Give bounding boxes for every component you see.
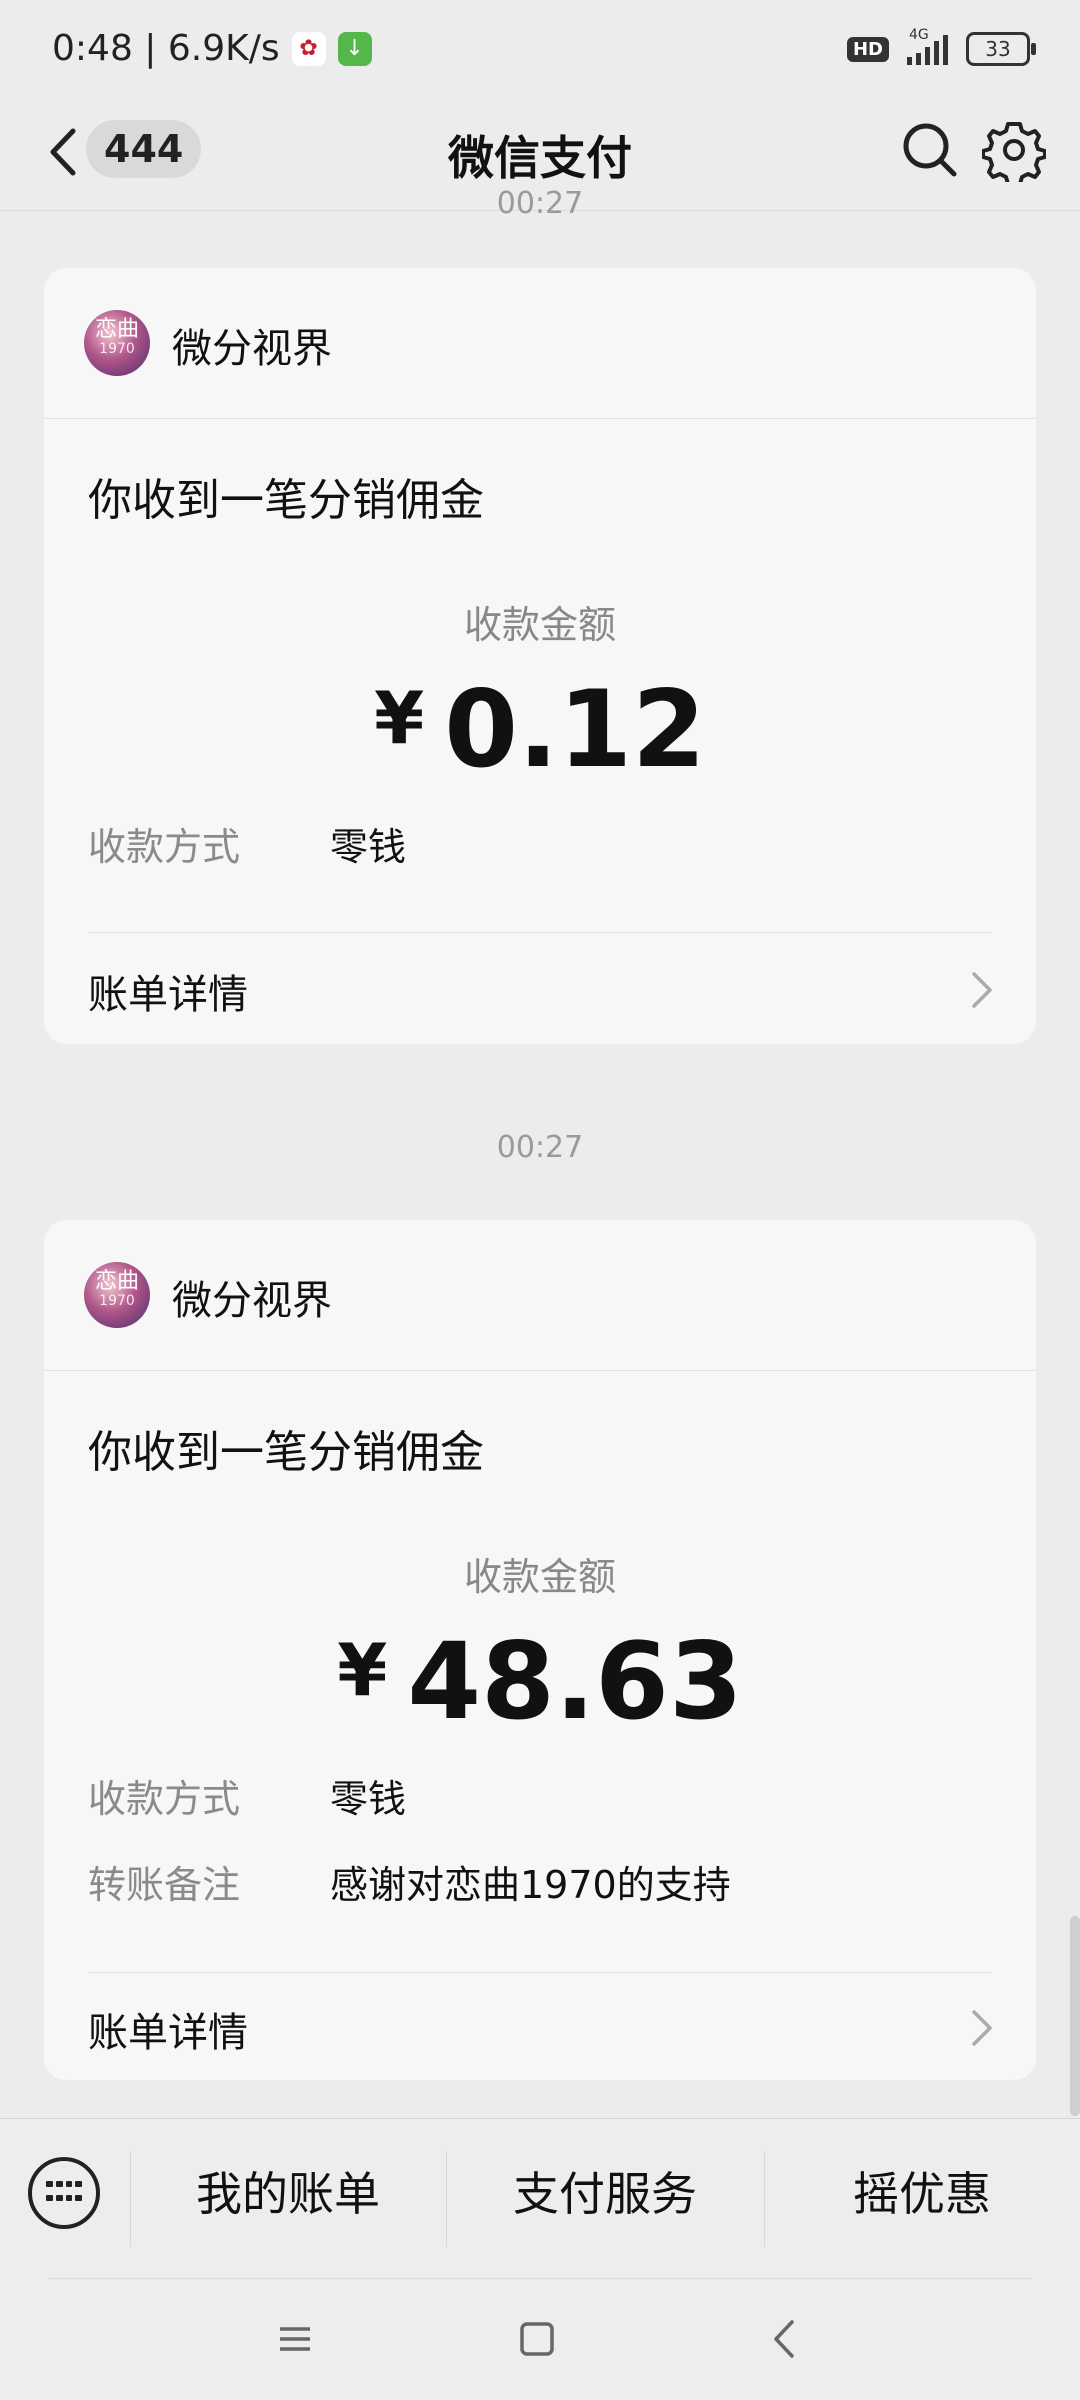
- chevron-right-icon: [972, 2010, 992, 2046]
- download-icon: ↓: [337, 31, 372, 66]
- amount-value: 0.12: [444, 668, 706, 791]
- scrollbar[interactable]: [1070, 1916, 1080, 2116]
- keyboard-toggle-button[interactable]: [28, 2157, 100, 2229]
- merchant-name: 微分视界: [172, 1278, 332, 1324]
- home-icon[interactable]: [512, 2314, 562, 2364]
- my-bills-menu[interactable]: 我的账单: [130, 2119, 446, 2279]
- amount-label: 收款金额: [463, 603, 616, 647]
- payment-services-menu[interactable]: 支付服务: [446, 2119, 764, 2279]
- avatar: 恋曲 1970: [84, 310, 150, 376]
- divider: [88, 1972, 992, 1973]
- method-label: 收款方式: [88, 825, 241, 869]
- network-type: 4G: [909, 27, 929, 43]
- message-title: 你收到一笔分销佣金: [88, 475, 484, 526]
- merchant-name: 微分视界: [172, 326, 332, 372]
- menu-icon[interactable]: [270, 2314, 320, 2364]
- payment-message-card[interactable]: 恋曲 1970 微分视界 你收到一笔分销佣金 收款金额 ¥48.63 收款方式 零…: [44, 1220, 1036, 2080]
- gear-icon: [981, 122, 1047, 186]
- currency-symbol: ¥: [337, 1628, 388, 1712]
- status-right: HD 4G 33: [846, 27, 1036, 66]
- app-notification-icon: ✿: [291, 31, 326, 66]
- system-nav-bar: [0, 2278, 1080, 2400]
- avatar-subtext: 1970: [99, 1293, 135, 1310]
- bottom-menu-bar: 我的账单 支付服务 摇优惠: [0, 2118, 1080, 2279]
- amount: ¥0.12: [44, 668, 1036, 791]
- note-value: 感谢对恋曲1970的支持: [330, 1863, 731, 1907]
- keyboard-icon: [46, 2181, 82, 2205]
- divider: [88, 932, 992, 933]
- avatar-subtext: 1970: [99, 341, 135, 358]
- amount: ¥48.63: [44, 1620, 1036, 1743]
- message-timestamp: 00:27: [496, 1130, 584, 1165]
- search-icon: [903, 123, 957, 177]
- method-value: 零钱: [330, 825, 407, 869]
- battery-icon: 33: [966, 32, 1036, 66]
- status-bar: 0:48 | 6.9K/s ✿ ↓ HD 4G 33: [0, 0, 1080, 100]
- bill-detail-link[interactable]: 账单详情: [88, 2000, 248, 2058]
- hd-badge: HD: [846, 36, 889, 62]
- amount-value: 48.63: [407, 1620, 743, 1743]
- avatar: 恋曲 1970: [84, 1262, 150, 1328]
- settings-button[interactable]: [981, 118, 1047, 186]
- method-value: 零钱: [330, 1777, 407, 1821]
- currency-symbol: ¥: [374, 676, 425, 760]
- card-header: 恋曲 1970 微分视界: [44, 268, 1036, 419]
- chevron-right-icon: [972, 972, 992, 1008]
- message-title: 你收到一笔分销佣金: [88, 1427, 484, 1478]
- avatar-text: 恋曲: [94, 1269, 139, 1294]
- status-time-speed: 0:48 | 6.9K/s: [52, 28, 280, 69]
- battery-level: 33: [985, 37, 1011, 61]
- clipped-timestamp: 00:27: [496, 186, 584, 214]
- search-button[interactable]: [898, 118, 962, 182]
- method-label: 收款方式: [88, 1777, 241, 1821]
- card-header: 恋曲 1970 微分视界: [44, 1220, 1036, 1371]
- shake-offers-menu[interactable]: 摇优惠: [764, 2119, 1080, 2279]
- payment-message-card[interactable]: 恋曲 1970 微分视界 你收到一笔分销佣金 收款金额 ¥0.12 收款方式 零钱…: [44, 268, 1036, 1044]
- bill-detail-link[interactable]: 账单详情: [88, 962, 248, 1020]
- divider: [48, 2278, 1032, 2279]
- status-left: 0:48 | 6.9K/s ✿ ↓: [52, 28, 372, 69]
- amount-label: 收款金额: [463, 1555, 616, 1599]
- note-label: 转账备注: [88, 1863, 241, 1907]
- signal-icon: 4G: [907, 27, 948, 65]
- back-icon[interactable]: [760, 2314, 810, 2364]
- avatar-text: 恋曲: [94, 317, 139, 342]
